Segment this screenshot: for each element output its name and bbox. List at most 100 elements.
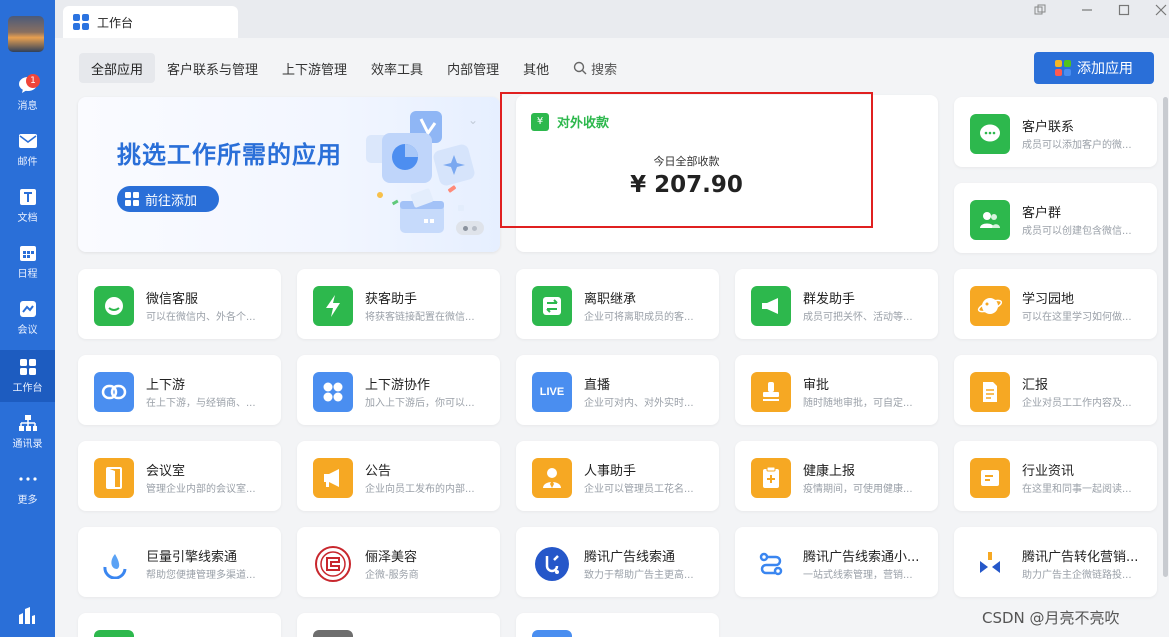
app-card-announcement[interactable]: 公告 企业向员工发布的内部... — [297, 441, 500, 511]
close-icon[interactable] — [1151, 2, 1169, 18]
app-card-meeting-room[interactable]: 会议室 管理企业内部的会议室... — [78, 441, 281, 511]
app-card-partial[interactable] — [297, 613, 500, 637]
app-description: 疫情期间，可使用健康... — [803, 484, 913, 495]
app-description: 在上下游，与经销商、... — [146, 398, 256, 409]
pin-window-icon[interactable] — [1030, 2, 1050, 18]
app-card-supply-chain[interactable]: 上下游 在上下游，与经销商、... — [78, 355, 281, 425]
app-card-supply-chain-collab[interactable]: 上下游协作 加入上下游后，你可以... — [297, 355, 500, 425]
chevron-down-icon: ⌄ — [468, 113, 479, 127]
filter-all-apps[interactable]: 全部应用 — [79, 53, 156, 83]
app-card-resignation-inherit[interactable]: 离职继承 企业可将离职成员的客... — [516, 269, 719, 339]
app-card-industry-news[interactable]: 行业资讯 在这里和同事一起阅读... — [954, 441, 1157, 511]
app-card-approval[interactable]: 审批 随时随地审批，可自定... — [735, 355, 938, 425]
app-card-partial[interactable] — [516, 613, 719, 637]
minimize-icon[interactable] — [1077, 2, 1097, 18]
sidebar-item-more[interactable]: 更多 — [0, 462, 55, 514]
add-app-button[interactable]: 添加应用 — [1034, 52, 1154, 84]
filter-other[interactable]: 其他 — [511, 53, 561, 83]
app-description: 成员可以创建包含微信... — [1022, 226, 1132, 237]
promo-banner[interactable]: 挑选工作所需的应用 前往添加 ⌄ — [78, 97, 500, 252]
announcement-icon — [313, 458, 353, 498]
sidebar-item-label: 文档 — [17, 213, 38, 224]
workbench-icon — [18, 358, 38, 376]
app-card-hr-assistant[interactable]: 人事助手 企业可以管理员工花名... — [516, 441, 719, 511]
payment-title: 对外收款 — [557, 116, 610, 131]
more-icon — [18, 470, 38, 488]
stamp-icon — [751, 372, 791, 412]
bottom-app-icon[interactable] — [17, 607, 37, 629]
app-card-beauty-brand[interactable]: 俪泽美容 企微-服务商 — [297, 527, 500, 597]
app-name: 腾讯广告线索通小... — [803, 550, 920, 565]
tab-workbench[interactable]: 工作台 — [63, 6, 238, 38]
filter-efficiency-tools[interactable]: 效率工具 — [359, 53, 435, 83]
meeting-icon — [18, 300, 38, 318]
link-icon — [94, 372, 134, 412]
sidebar-item-workbench[interactable]: 工作台 — [0, 350, 55, 402]
contacts-icon — [18, 414, 38, 432]
app-description: 管理企业内部的会议室... — [146, 484, 256, 495]
app-description: 可以在这里学习如何做... — [1022, 312, 1132, 323]
app-description: 加入上下游后，你可以... — [365, 398, 475, 409]
app-card-live[interactable]: LIVE 直播 企业可对内、对外实时... — [516, 355, 719, 425]
app-name: 微信客服 — [146, 292, 199, 307]
filter-internal-management[interactable]: 内部管理 — [435, 53, 511, 83]
transfer-icon — [532, 286, 572, 326]
app-name: 学习园地 — [1022, 292, 1075, 307]
megaphone-icon — [751, 286, 791, 326]
sidebar-item-messages[interactable]: 1 消息 — [0, 68, 55, 120]
maximize-icon[interactable] — [1114, 2, 1134, 18]
app-name: 腾讯广告转化营销... — [1022, 550, 1139, 565]
sidebar-item-mail[interactable]: 邮件 — [0, 124, 55, 176]
app-card-broadcast-assistant[interactable]: 群发助手 成员可把关怀、活动等... — [735, 269, 938, 339]
brand-logo-icon — [313, 544, 353, 584]
app-card-tencent-ads-leads[interactable]: 腾讯广告线索通 致力于帮助广告主更高... — [516, 527, 719, 597]
app-card-learning-garden[interactable]: 学习园地 可以在这里学习如何做... — [954, 269, 1157, 339]
title-bar: 工作台 — [55, 0, 1169, 38]
filter-supply-chain[interactable]: 上下游管理 — [270, 53, 359, 83]
app-card-customer-contact[interactable]: 客户联系 成员可以添加客户的微... — [954, 97, 1157, 167]
banner-title: 挑选工作所需的应用 — [117, 141, 342, 169]
app-card-partial[interactable] — [78, 613, 281, 637]
app-name: 上下游协作 — [365, 378, 431, 393]
app-name: 腾讯广告线索通 — [584, 550, 676, 565]
planet-icon — [970, 286, 1010, 326]
sidebar-item-docs[interactable]: 文档 — [0, 180, 55, 232]
app-name: 人事助手 — [584, 464, 637, 479]
payment-header: ¥ 对外收款 — [531, 112, 609, 131]
sidebar-item-label: 日程 — [17, 269, 38, 280]
app-card-tencent-ads-mini[interactable]: 腾讯广告线索通小... 一站式线索管理，营销... — [735, 527, 938, 597]
app-card-report[interactable]: 汇报 企业对员工工作内容及... — [954, 355, 1157, 425]
sidebar-item-calendar[interactable]: 日程 — [0, 236, 55, 288]
app-icon-partial — [313, 630, 353, 637]
filter-customer-contact[interactable]: 客户联系与管理 — [155, 53, 270, 83]
go-add-button[interactable]: 前往添加 — [117, 186, 219, 212]
sidebar-item-contacts[interactable]: 通讯录 — [0, 406, 55, 458]
chat-bubble-icon — [970, 114, 1010, 154]
app-description: 帮助您便捷管理多渠道... — [146, 570, 256, 581]
app-name: 行业资讯 — [1022, 464, 1075, 479]
app-name: 获客助手 — [365, 292, 418, 307]
app-description: 企业可以管理员工花名... — [584, 484, 694, 495]
sidebar-item-label: 更多 — [17, 495, 38, 506]
app-card-health-report[interactable]: 健康上报 疫情期间，可使用健康... — [735, 441, 938, 511]
app-description: 将获客链接配置在微信... — [365, 312, 475, 323]
app-card-ocean-engine[interactable]: 巨量引擎线索通 帮助您便捷管理多渠道... — [78, 527, 281, 597]
sidebar-item-label: 消息 — [17, 101, 38, 112]
sidebar-item-label: 会议 — [17, 325, 38, 336]
app-name: 群发助手 — [803, 292, 856, 307]
scrollbar[interactable] — [1163, 97, 1168, 577]
app-card-wechat-service[interactable]: 微信客服 可以在微信内、外各个... — [78, 269, 281, 339]
app-card-customer-group[interactable]: 客户群 成员可以创建包含微信... — [954, 183, 1157, 253]
sidebar-item-meetings[interactable]: 会议 — [0, 292, 55, 344]
carousel-indicator[interactable] — [456, 221, 484, 235]
workbench-icon — [73, 14, 89, 30]
app-name: 直播 — [584, 378, 611, 393]
health-icon — [751, 458, 791, 498]
search-button[interactable]: 搜索 — [561, 53, 629, 83]
app-card-lead-assistant[interactable]: 获客助手 将获客链接配置在微信... — [297, 269, 500, 339]
app-card-tencent-ads-conversion[interactable]: 腾讯广告转化营销... 助力广告主企微链路投... — [954, 527, 1157, 597]
app-name: 离职继承 — [584, 292, 637, 307]
app-description: 致力于帮助广告主更高... — [584, 570, 694, 581]
avatar[interactable] — [8, 16, 44, 52]
app-description: 企微-服务商 — [365, 570, 419, 581]
